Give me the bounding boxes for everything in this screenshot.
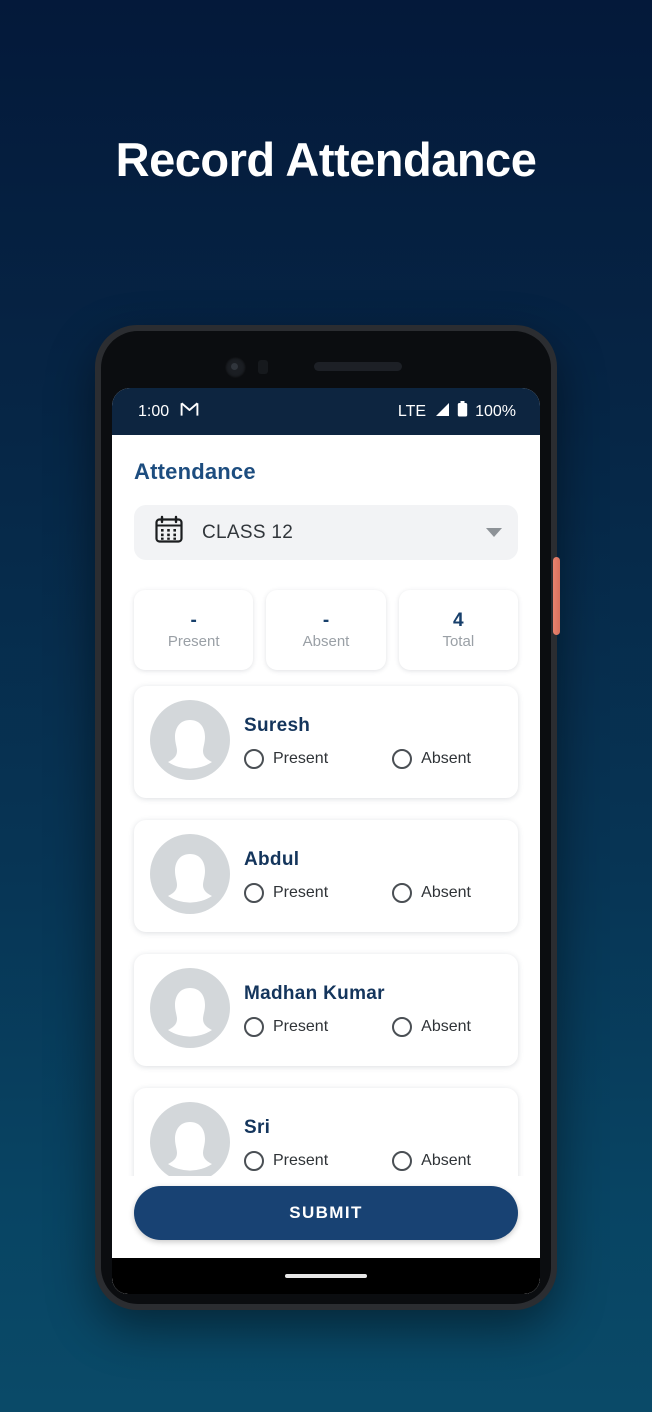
radio-label: Present	[273, 750, 329, 767]
radio-circle-icon[interactable]	[244, 749, 264, 769]
camera-lens-dot	[231, 363, 238, 370]
radio-label: Absent	[421, 750, 471, 767]
student-info: Madhan Kumar Present Absent	[244, 983, 498, 1037]
page-title: Record Attendance	[115, 133, 537, 186]
chevron-down-icon[interactable]	[486, 528, 502, 537]
android-nav-bar	[112, 1258, 540, 1294]
student-info: Sri Present Absent	[244, 1117, 498, 1171]
radio-label: Present	[273, 1018, 329, 1035]
radio-circle-icon[interactable]	[392, 883, 413, 903]
radio-absent[interactable]: Absent	[392, 749, 471, 769]
front-camera-icon	[225, 357, 246, 378]
status-time: 1:00	[138, 402, 170, 420]
stat-card-total: 4 Total	[398, 590, 518, 670]
radio-label: Present	[273, 1152, 329, 1169]
radio-label: Absent	[421, 1018, 471, 1035]
attendance-radio-group[interactable]: Present Absent	[244, 749, 498, 769]
stat-label: Absent	[302, 632, 350, 650]
stat-label: Present	[167, 632, 220, 650]
student-name: Suresh	[244, 715, 311, 736]
student-row[interactable]: Suresh Present Absent	[134, 686, 518, 798]
radio-present[interactable]: Present	[244, 1151, 328, 1171]
phone-screen-frame: 1:00 LTE 100% Attendance CLASS 12 - Pres…	[101, 331, 551, 1304]
stat-value: 4	[453, 609, 464, 631]
radio-label: Absent	[421, 884, 471, 901]
student-row[interactable]: Abdul Present Absent	[134, 820, 518, 932]
radio-circle-icon[interactable]	[244, 1017, 264, 1037]
radio-label: Present	[273, 884, 329, 901]
student-row[interactable]: Madhan Kumar Present Absent	[134, 954, 518, 1066]
class-select-value: CLASS 12	[202, 521, 294, 543]
stat-value: -	[190, 609, 197, 631]
phone-device: 1:00 LTE 100% Attendance CLASS 12 - Pres…	[95, 325, 560, 1310]
avatar	[150, 1101, 230, 1187]
signal-icon	[433, 402, 450, 422]
attendance-radio-group[interactable]: Present Absent	[244, 883, 498, 903]
avatar	[150, 833, 230, 919]
app-content: Attendance CLASS 12 - Present - Absent 4…	[112, 435, 540, 1258]
radio-circle-icon[interactable]	[244, 883, 264, 903]
battery-icon	[457, 401, 468, 422]
radio-circle-icon[interactable]	[244, 1151, 264, 1171]
proximity-sensor-icon	[258, 360, 268, 374]
avatar	[150, 967, 230, 1053]
class-select-dropdown[interactable]: CLASS 12	[134, 505, 518, 560]
calendar-icon	[154, 515, 184, 550]
radio-present[interactable]: Present	[244, 883, 328, 903]
app-screen: 1:00 LTE 100% Attendance CLASS 12 - Pres…	[112, 388, 540, 1294]
radio-absent[interactable]: Absent	[392, 1151, 471, 1171]
app-heading: Attendance	[134, 459, 256, 484]
radio-circle-icon[interactable]	[392, 749, 413, 769]
earpiece-speaker-icon	[314, 362, 402, 371]
gmail-icon	[180, 401, 199, 422]
radio-label: Absent	[421, 1152, 471, 1169]
status-bar-right: LTE 100%	[398, 401, 516, 422]
home-indicator[interactable]	[285, 1274, 367, 1278]
student-list[interactable]: Suresh Present Absent Abdul Present Abse…	[134, 686, 518, 1200]
student-name: Abdul	[244, 849, 300, 870]
attendance-stats: - Present - Absent 4 Total	[134, 590, 518, 670]
power-button[interactable]	[553, 557, 560, 635]
battery-percent-label: 100%	[475, 402, 516, 420]
submit-bar: SUBMIT	[112, 1176, 540, 1258]
student-info: Abdul Present Absent	[244, 849, 498, 903]
phone-top-bezel	[112, 340, 540, 388]
attendance-radio-group[interactable]: Present Absent	[244, 1017, 498, 1037]
submit-button[interactable]: SUBMIT	[134, 1186, 518, 1240]
stat-label: Total	[442, 632, 475, 650]
student-name: Madhan Kumar	[244, 983, 385, 1004]
attendance-radio-group[interactable]: Present Absent	[244, 1151, 498, 1171]
avatar	[150, 699, 230, 785]
stat-card-present: - Present	[134, 590, 254, 670]
radio-present[interactable]: Present	[244, 749, 328, 769]
radio-absent[interactable]: Absent	[392, 883, 471, 903]
radio-present[interactable]: Present	[244, 1017, 328, 1037]
student-name: Sri	[244, 1117, 271, 1138]
radio-absent[interactable]: Absent	[392, 1017, 471, 1037]
stat-card-absent: - Absent	[266, 590, 386, 670]
status-bar-left: 1:00	[138, 401, 199, 422]
network-type-label: LTE	[397, 402, 427, 420]
stat-value: -	[322, 609, 330, 631]
radio-circle-icon[interactable]	[392, 1151, 413, 1171]
status-bar: 1:00 LTE 100%	[112, 388, 540, 435]
radio-circle-icon[interactable]	[392, 1017, 413, 1037]
student-info: Suresh Present Absent	[244, 715, 498, 769]
